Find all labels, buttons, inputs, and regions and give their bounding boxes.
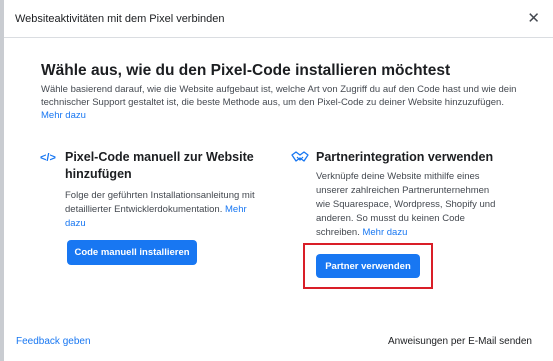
code-icon: </> — [40, 152, 56, 164]
header-divider — [4, 37, 553, 38]
feedback-link[interactable]: Feedback geben — [16, 336, 91, 347]
page-title: Wähle aus, wie du den Pixel-Code install… — [41, 62, 451, 79]
partner-option-description: Verknüpfe deine Website mithilfe eines u… — [316, 170, 496, 240]
close-icon[interactable]: ✕ — [527, 9, 540, 29]
partner-learn-more-link[interactable]: Mehr dazu — [362, 227, 407, 238]
email-instructions-button[interactable]: Anweisungen per E-Mail senden — [388, 336, 532, 347]
dialog-header-title: Websiteaktivitäten mit dem Pixel verbind… — [15, 13, 225, 25]
learn-more-link[interactable]: Mehr dazu — [41, 110, 86, 121]
page-description: Wähle basierend darauf, wie die Website … — [41, 83, 531, 122]
page-description-text: Wähle basierend darauf, wie die Website … — [41, 84, 517, 108]
manual-option-title: Pixel-Code manuell zur Website hinzufüge… — [65, 150, 254, 181]
use-partner-button[interactable]: Partner verwenden — [316, 254, 420, 278]
left-edge-divider — [0, 0, 4, 361]
manual-option-description: Folge der geführten Installationsanleitu… — [65, 189, 255, 231]
handshake-icon — [291, 150, 309, 169]
partner-option-title: Partnerintegration verwenden — [316, 150, 494, 164]
install-code-manually-button[interactable]: Code manuell installieren — [67, 240, 197, 265]
